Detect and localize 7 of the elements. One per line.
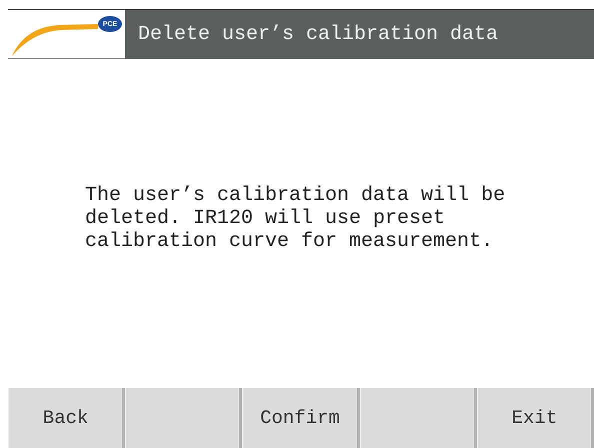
soft-key-button[interactable]: Back [8, 388, 126, 448]
message-text: The user’s calibration data will be deleted. IR120 will use preset calibration curve for measurement. [85, 184, 506, 253]
blank-key-button[interactable] [360, 388, 477, 448]
blank-key-button[interactable] [125, 388, 242, 448]
soft-key-button[interactable]: Confirm [242, 388, 360, 448]
screen-title: Delete user’s calibration data [125, 9, 594, 59]
soft-key-button[interactable]: Exit [476, 388, 594, 448]
